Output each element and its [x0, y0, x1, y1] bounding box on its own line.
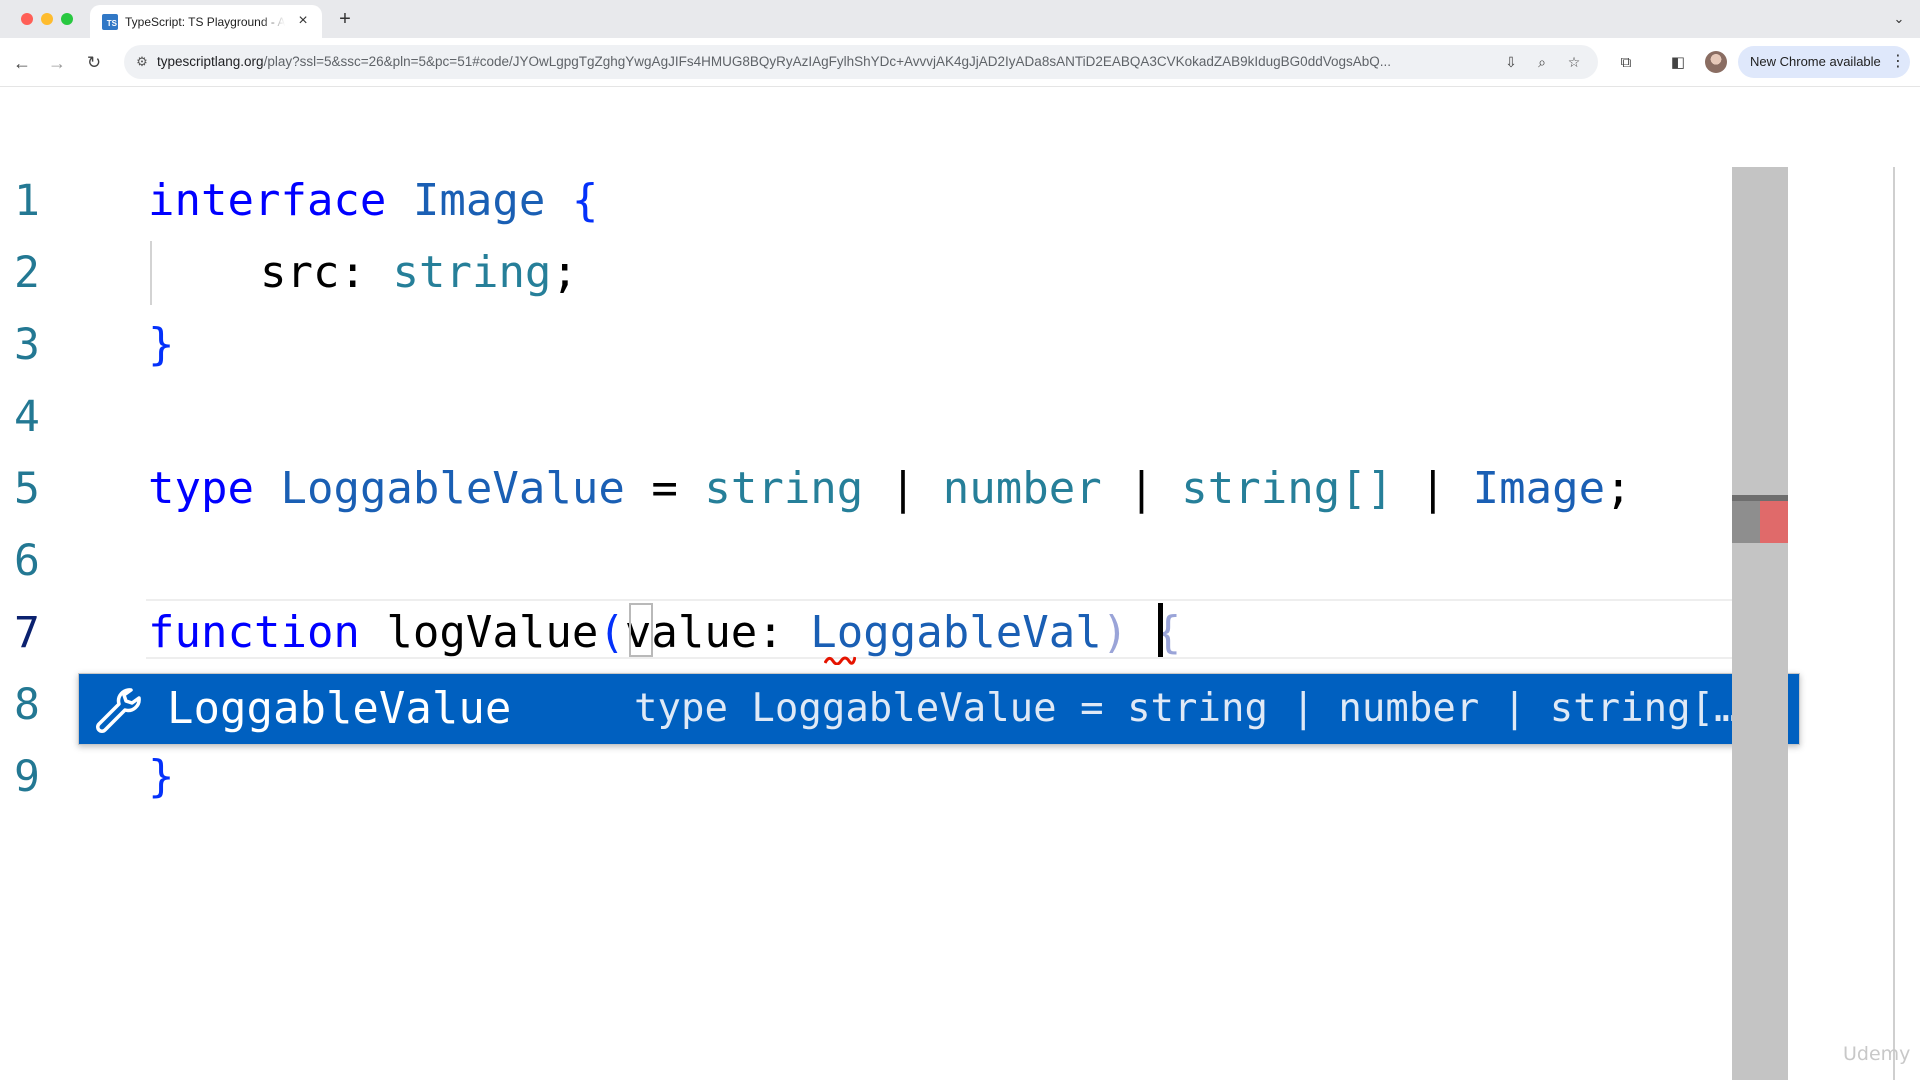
editor-scrollbar[interactable]: [1732, 167, 1788, 1080]
bracket-match-highlight: [629, 603, 653, 657]
scrollbar-error-marker: [1760, 501, 1788, 543]
line-number: 6: [14, 536, 40, 586]
tab-search-chevron-icon[interactable]: ⌄: [1888, 8, 1910, 30]
tab-close-icon[interactable]: ×: [293, 11, 313, 31]
new-chrome-label: New Chrome available: [1750, 54, 1881, 69]
back-arrow-icon[interactable]: ←: [10, 51, 34, 75]
tab-title: TypeScript: TS Playground - An: [125, 15, 285, 29]
minimize-window-button[interactable]: [41, 13, 53, 25]
type-string: string: [704, 463, 864, 514]
type-image: Image: [1472, 463, 1606, 514]
typescript-favicon-icon: TS: [102, 14, 118, 30]
code-line-7[interactable]: function logValue(value: LoggableVal) {: [148, 603, 1181, 663]
property-name: src: [260, 247, 340, 298]
line-number: 8: [14, 680, 40, 730]
wrench-icon: [96, 688, 141, 733]
profile-avatar[interactable]: [1705, 51, 1727, 73]
editor-right-border: [1893, 167, 1895, 1080]
open-brace: {: [571, 175, 599, 226]
keyword-function: function: [148, 607, 360, 658]
code-line-1[interactable]: interface Image {: [148, 171, 598, 231]
open-paren: (: [598, 607, 625, 658]
line-number: 3: [14, 320, 40, 370]
type-string-array: string[]: [1181, 463, 1394, 514]
close-paren: ): [1101, 607, 1129, 658]
browser-toolbar: ← → ↻ ⚙ typescriptlang.org/play?ssl=5&ss…: [0, 38, 1920, 87]
typed-type-name: LoggableVal: [810, 607, 1102, 658]
autocomplete-suggestion[interactable]: LoggableValue type LoggableValue = strin…: [78, 673, 1800, 745]
install-app-icon[interactable]: ⇩: [1501, 53, 1521, 71]
suggestion-label: LoggableValue: [167, 683, 512, 734]
type-string: string: [392, 247, 552, 298]
browser-tabstrip: TS TypeScript: TS Playground - An × + ⌄: [0, 0, 1920, 38]
suggestion-detail: type LoggableValue = string | number | s…: [634, 686, 1738, 731]
function-name: logValue: [386, 607, 599, 658]
text-cursor: [1158, 603, 1163, 657]
code-editor[interactable]: 1 2 3 4 5 6 7 8 9 interface Image { src:…: [0, 87, 1920, 1080]
url-path: /play?ssl=5&ssc=26&pln=5&pc=51#code/JYOw…: [263, 54, 1391, 69]
keyword-interface: interface: [148, 175, 387, 226]
new-chrome-available-button[interactable]: New Chrome available ⋮: [1738, 46, 1910, 78]
code-line-9[interactable]: }: [148, 747, 175, 807]
close-window-button[interactable]: [21, 13, 33, 25]
browser-tab-active[interactable]: TS TypeScript: TS Playground - An ×: [90, 5, 322, 38]
semicolon: ;: [551, 247, 578, 298]
union-pipe: |: [889, 463, 917, 514]
extensions-puzzle-icon[interactable]: ⧉: [1614, 51, 1638, 75]
url-text[interactable]: typescriptlang.org/play?ssl=5&ssc=26&pln…: [157, 54, 1457, 70]
close-brace: }: [148, 319, 175, 370]
more-menu-icon[interactable]: ⋮: [1890, 51, 1906, 73]
semicolon: ;: [1605, 463, 1632, 514]
bookmark-star-icon[interactable]: ☆: [1564, 53, 1584, 71]
type-alias-name: LoggableValue: [280, 463, 625, 514]
code-line-2[interactable]: src: string;: [260, 243, 578, 303]
close-brace: }: [148, 751, 175, 802]
line-number: 9: [14, 752, 40, 802]
reload-icon[interactable]: ↻: [82, 51, 106, 75]
keyword-type: type: [148, 463, 254, 514]
type-number: number: [942, 463, 1102, 514]
new-tab-button[interactable]: +: [333, 7, 357, 31]
code-line-5[interactable]: type LoggableValue = string | number | s…: [148, 459, 1632, 519]
colon: :: [339, 247, 366, 298]
line-number: 1: [14, 176, 40, 226]
line-number: 4: [14, 392, 40, 442]
zoom-icon[interactable]: ⌕: [1532, 53, 1552, 71]
url-host: typescriptlang.org: [157, 54, 264, 69]
indent-guide: [150, 241, 152, 305]
colon: :: [757, 607, 784, 658]
site-info-icon[interactable]: ⚙: [134, 54, 150, 70]
line-number-active: 7: [14, 608, 40, 658]
address-bar[interactable]: ⚙ typescriptlang.org/play?ssl=5&ssc=26&p…: [124, 45, 1598, 79]
error-squiggle: [824, 656, 856, 665]
union-pipe: |: [1419, 463, 1447, 514]
line-number: 2: [14, 248, 40, 298]
udemy-watermark: Udemy: [1843, 1043, 1911, 1065]
union-pipe: |: [1128, 463, 1155, 514]
side-panel-icon[interactable]: ◧: [1666, 51, 1690, 75]
interface-name: Image: [412, 175, 546, 226]
equals-sign: =: [651, 463, 678, 514]
code-line-3[interactable]: }: [148, 315, 175, 375]
maximize-window-button[interactable]: [61, 13, 73, 25]
forward-arrow-icon[interactable]: →: [45, 51, 69, 75]
line-number: 5: [14, 464, 40, 514]
